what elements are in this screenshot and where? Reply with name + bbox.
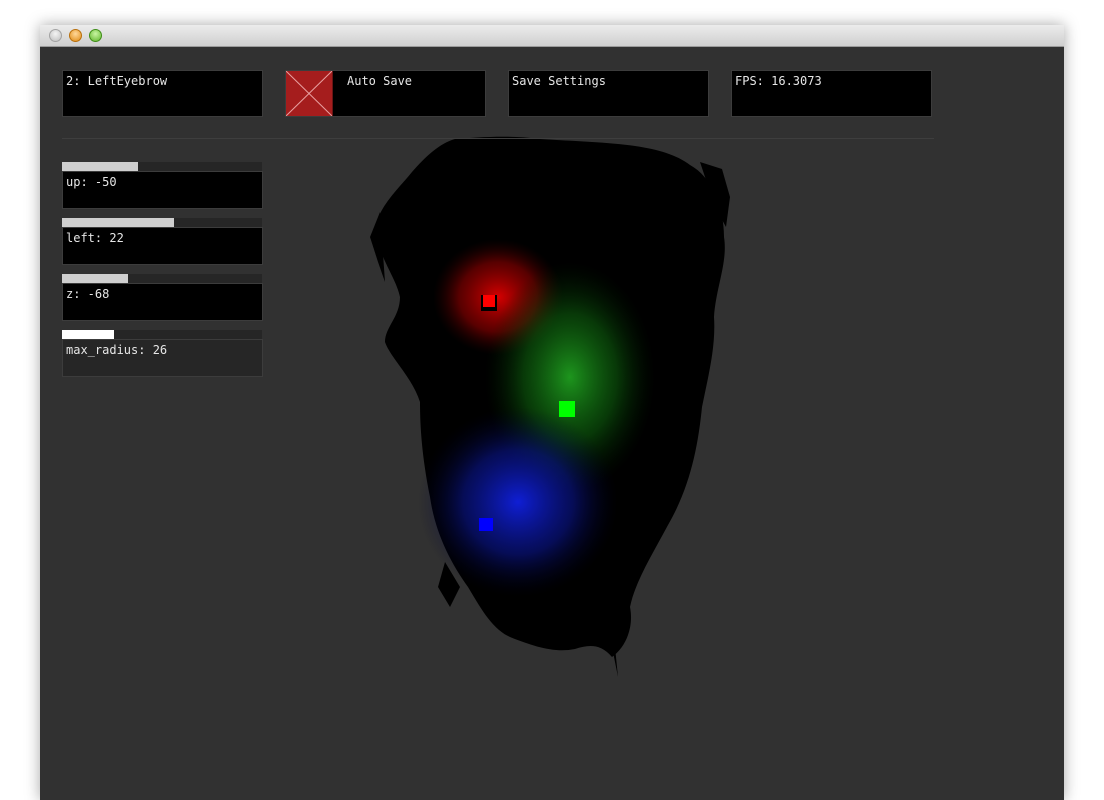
slider-left-track[interactable] (62, 218, 262, 227)
close-window-button[interactable] (49, 29, 62, 42)
slider-up-track[interactable] (62, 162, 262, 171)
face-viewport[interactable] (40, 47, 1064, 800)
slider-z-panel[interactable]: z: -68 (62, 283, 263, 321)
toolbar-divider (62, 138, 934, 139)
fps-display: FPS: 16.3073 (731, 70, 932, 117)
slider-z-label: z: -68 (66, 287, 110, 301)
maximize-window-button[interactable] (89, 29, 102, 42)
slider-up-label: up: -50 (66, 175, 117, 189)
slider-up-panel[interactable]: up: -50 (62, 171, 263, 209)
left-eyebrow-marker-fill (483, 295, 495, 307)
slider-z-fill (62, 274, 128, 283)
slider-z-track[interactable] (62, 274, 262, 283)
checkbox-cross-icon (285, 70, 333, 117)
auto-save-label: Auto Save (347, 74, 413, 88)
nose-marker[interactable] (559, 401, 575, 417)
fps-label: FPS: 16.3073 (735, 74, 822, 88)
mouth-marker[interactable] (479, 518, 493, 531)
slider-max-radius-fill (62, 330, 114, 339)
auto-save-checkbox[interactable] (285, 70, 333, 117)
slider-max-radius-panel[interactable]: max_radius: 26 (62, 339, 263, 377)
save-settings-button[interactable]: Save Settings (508, 70, 709, 117)
slider-max-radius-label: max_radius: 26 (66, 343, 168, 357)
minimize-window-button[interactable] (69, 29, 82, 42)
title-bar[interactable] (40, 25, 1064, 47)
auto-save-toggle[interactable]: Auto Save (285, 70, 486, 117)
slider-up-fill (62, 162, 138, 171)
app-window: 2: LeftEyebrow Auto Save Save Settings F… (40, 25, 1064, 800)
slider-left-fill (62, 218, 174, 227)
selected-point-panel[interactable]: 2: LeftEyebrow (62, 70, 263, 117)
save-settings-label: Save Settings (512, 74, 606, 88)
face-render (370, 136, 730, 677)
slider-left-panel[interactable]: left: 22 (62, 227, 263, 265)
mouth-influence (418, 407, 618, 597)
selected-point-label: 2: LeftEyebrow (66, 74, 168, 88)
slider-left-label: left: 22 (66, 231, 124, 245)
slider-max-radius-track[interactable] (62, 330, 262, 339)
